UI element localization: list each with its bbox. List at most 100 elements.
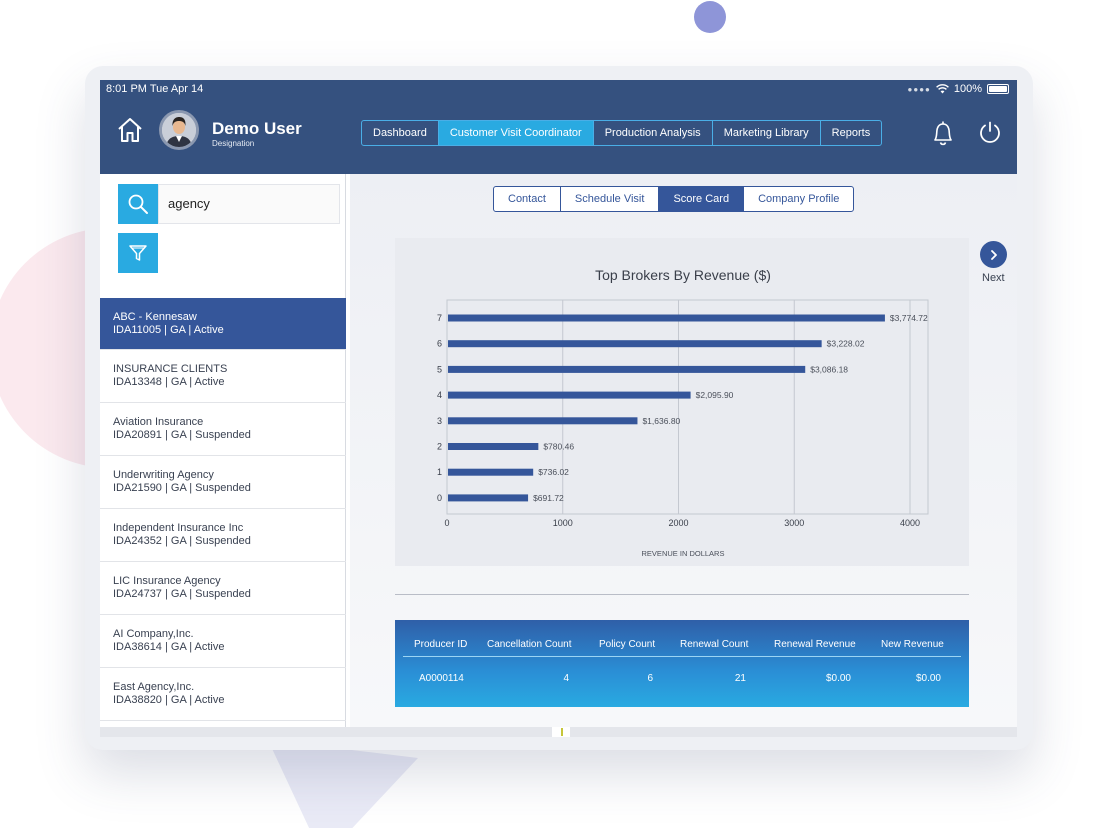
customer-name: LIC Insurance Agency (113, 575, 221, 587)
customer-detail: IDA21590 | GA | Suspended (113, 482, 251, 494)
customer-list: ABC - Kennesaw IDA11005 | GA | Active IN… (100, 298, 346, 721)
main-content: Contact Schedule Visit Score Card Compan… (350, 174, 1017, 727)
search-input[interactable]: agency (158, 184, 340, 224)
column-header: Policy Count (599, 639, 656, 650)
search-icon (128, 194, 148, 214)
filter-button[interactable] (118, 233, 158, 273)
customer-name: Independent Insurance Inc (113, 522, 244, 534)
table-cell: A0000114 (419, 673, 464, 684)
x-tick-label: 3000 (784, 518, 804, 528)
customer-name: East Agency,Inc. (113, 681, 195, 693)
customer-detail: IDA38820 | GA | Active (113, 694, 225, 706)
horizontal-scrollbar[interactable] (100, 727, 552, 737)
section-divider (395, 594, 969, 595)
tab-production-analysis[interactable]: Production Analysis (594, 121, 713, 145)
customer-name: ABC - Kennesaw (113, 311, 197, 323)
y-tick-label: 3 (437, 416, 442, 426)
column-header: Producer ID (414, 639, 468, 650)
y-tick-label: 0 (437, 493, 442, 503)
battery-percent: 100% (953, 83, 982, 95)
data-label: $3,228.02 (827, 339, 865, 349)
status-time: 8:01 PM Tue Apr 14 (106, 83, 204, 95)
signal-icon: ●●●● (907, 84, 931, 94)
user-designation: Designation (212, 139, 255, 148)
user-name: Demo User (212, 119, 302, 138)
customer-name: Underwriting Agency (113, 469, 214, 481)
customer-detail: IDA38614 | GA | Active (113, 641, 225, 653)
tab-reports[interactable]: Reports (821, 121, 882, 145)
customer-detail: IDA20891 | GA | Suspended (113, 429, 251, 441)
y-tick-label: 7 (437, 313, 442, 323)
column-header: Renewal Count (680, 639, 749, 650)
list-item[interactable]: AI Company,Inc. IDA38614 | GA | Active (100, 615, 346, 668)
data-label: $2,095.90 (696, 390, 734, 400)
filter-icon (129, 245, 147, 261)
customer-subtabs: Contact Schedule Visit Score Card Compan… (493, 186, 855, 212)
decorative-shape (268, 740, 418, 828)
wifi-icon (935, 84, 949, 94)
customer-name: INSURANCE CLIENTS (113, 363, 228, 375)
tab-marketing-library[interactable]: Marketing Library (713, 121, 821, 145)
table-cell: $0.00 (915, 673, 941, 684)
x-axis-label: REVENUE IN DOLLARS (642, 549, 725, 558)
bar (448, 494, 529, 502)
table-cell: 6 (647, 673, 653, 684)
list-item[interactable]: Aviation Insurance IDA20891 | GA | Suspe… (100, 403, 346, 456)
chevron-right-icon (990, 249, 997, 260)
tab-customer-visit-coordinator[interactable]: Customer Visit Coordinator (438, 121, 594, 145)
list-item[interactable]: Independent Insurance Inc IDA24352 | GA … (100, 509, 346, 562)
x-tick-label: 4000 (900, 518, 920, 528)
list-item[interactable]: ABC - Kennesaw IDA11005 | GA | Active (100, 298, 346, 350)
y-tick-label: 1 (437, 467, 442, 477)
customer-detail: IDA24352 | GA | Suspended (113, 535, 251, 547)
next-label: Next (982, 272, 1005, 284)
home-icon[interactable] (116, 116, 144, 144)
data-label: $3,086.18 (810, 364, 848, 374)
y-tick-label: 6 (437, 339, 442, 349)
avatar[interactable] (159, 110, 199, 150)
tab-company-profile[interactable]: Company Profile (744, 187, 853, 211)
horizontal-scrollbar[interactable] (570, 727, 1017, 737)
bell-icon[interactable] (931, 119, 955, 147)
x-tick-label: 0 (444, 518, 449, 528)
power-icon[interactable] (978, 120, 1002, 144)
header-divider (403, 656, 961, 657)
list-item[interactable]: East Agency,Inc. IDA38820 | GA | Active (100, 668, 346, 721)
chart-card: Top Brokers By Revenue ($) REVENUE IN DO… (395, 238, 969, 566)
chart-title: Top Brokers By Revenue ($) (595, 267, 771, 283)
y-tick-label: 5 (437, 364, 442, 374)
column-header: Cancellation Count (487, 639, 572, 650)
scroll-indicator (561, 728, 563, 736)
tab-contact[interactable]: Contact (494, 187, 561, 211)
list-item[interactable]: INSURANCE CLIENTS IDA13348 | GA | Active (100, 350, 346, 403)
bar (448, 365, 806, 373)
tab-score-card[interactable]: Score Card (659, 187, 745, 211)
status-indicators: ●●●● 100% (908, 83, 1009, 95)
table-cell: 4 (563, 673, 569, 684)
customer-name: AI Company,Inc. (113, 628, 194, 640)
search-button[interactable] (118, 184, 158, 224)
decorative-dot (694, 1, 726, 33)
next-button[interactable] (980, 241, 1007, 268)
list-item[interactable]: LIC Insurance Agency IDA24737 | GA | Sus… (100, 562, 346, 615)
battery-icon (987, 84, 1009, 94)
list-item[interactable]: Underwriting Agency IDA21590 | GA | Susp… (100, 456, 346, 509)
tab-schedule-visit[interactable]: Schedule Visit (561, 187, 660, 211)
bar (448, 443, 539, 450)
main-nav: Dashboard Customer Visit Coordinator Pro… (361, 120, 883, 146)
bar (448, 340, 822, 348)
customer-detail: IDA24737 | GA | Suspended (113, 588, 251, 600)
data-label: $736.02 (538, 467, 569, 477)
bar (448, 314, 885, 322)
y-tick-label: 2 (437, 442, 442, 452)
customer-detail: IDA11005 | GA | Active (113, 324, 224, 336)
user-portrait-icon (162, 113, 196, 147)
app-header: 8:01 PM Tue Apr 14 ●●●● 100% Demo User D… (100, 80, 1017, 174)
column-header: New Revenue (881, 639, 944, 650)
tab-dashboard[interactable]: Dashboard (362, 121, 439, 145)
x-tick-label: 1000 (553, 518, 573, 528)
data-label: $3,774.72 (890, 313, 928, 323)
table-cell: 21 (734, 673, 746, 684)
bar (448, 391, 691, 399)
bar (448, 417, 638, 425)
